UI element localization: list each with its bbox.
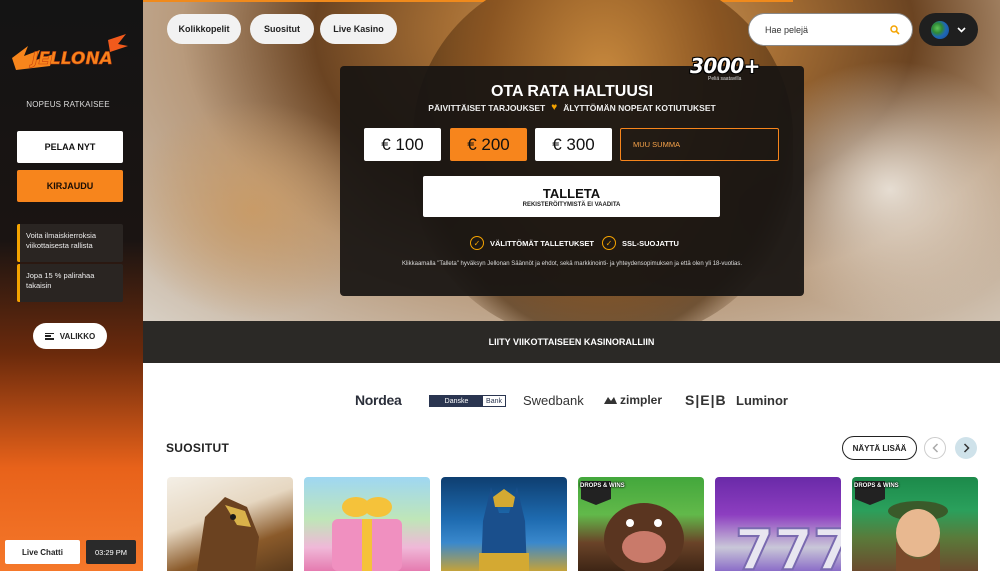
deposit-card: 3000+ Peliä saatavilla OTA RATA HALTUUSI…: [340, 54, 804, 296]
clock: 03:29 PM: [86, 540, 136, 564]
amount-300-button[interactable]: € 300: [535, 128, 612, 161]
hero-banner: Kolikkopelit Suositut Live Kasino Hae pe…: [143, 0, 1000, 321]
svg-text:777: 777: [735, 518, 841, 571]
search-placeholder: Hae pelejä: [765, 24, 809, 35]
deposit-button[interactable]: TALLETA REKISTERÖITYMISTÄ EI VAADITA: [423, 176, 720, 217]
feature-label: VÄLITTÖMÄT TALLETUKSET: [490, 238, 595, 248]
hamburger-icon: [44, 332, 54, 340]
danske-logo-left: Danske: [430, 396, 484, 406]
games-count-caption: Peliä saatavilla: [708, 76, 742, 82]
promo-cashback[interactable]: Jopa 15 % palirahaa takaisin: [17, 264, 123, 302]
globe-icon: [931, 20, 949, 39]
sidebar-tagline: NOPEUS RATKAISEE: [26, 100, 110, 109]
danske-logo-right: Bank: [483, 396, 505, 406]
game-tile-777[interactable]: 777: [715, 477, 841, 571]
gift-box-artwork: [332, 497, 402, 571]
game-tile-fisherman[interactable]: DROPS & WINS: [852, 477, 978, 571]
game-tile-anubis[interactable]: [441, 477, 567, 571]
deposit-sublabel: REKISTERÖITYMISTÄ EI VAADITA: [522, 201, 621, 208]
popular-section-title: SUOSITUT: [166, 441, 230, 455]
chevron-down-icon: [957, 26, 966, 33]
search-input[interactable]: Hae pelejä: [748, 13, 913, 46]
zimpler-logo-text: zimpler: [620, 393, 663, 407]
promo-free-spins[interactable]: Voita ilmaiskierroksia viikottaisesta ra…: [17, 224, 123, 262]
drops-wins-label: DROPS & WINS: [854, 483, 899, 489]
games-count: 3000+: [690, 54, 760, 78]
heart-icon: ♥: [551, 102, 558, 113]
nordea-logo: Nordea: [355, 392, 402, 408]
carousel-prev-button[interactable]: [924, 437, 946, 459]
amount-100-button[interactable]: € 100: [364, 128, 441, 161]
game-tile-eagle[interactable]: [167, 477, 293, 571]
language-selector[interactable]: [919, 13, 978, 46]
nav-pill-slots[interactable]: Kolikkopelit: [167, 14, 241, 44]
danske-bank-logo: Danske Bank: [429, 395, 506, 407]
luminor-logo: Luminor: [736, 392, 788, 408]
live-chat-button[interactable]: Live Chatti: [5, 540, 80, 564]
seb-logo: S|E|B: [685, 392, 727, 408]
sidebar: JELLONA NOPEUS RATKAISEE PELAA NYT KIRJA…: [0, 0, 143, 571]
legal-text: Klikkaamalla "Talleta" hyväksyn Jellonan…: [401, 261, 743, 267]
chevron-left-icon: [931, 443, 938, 453]
check-icon: ✓: [470, 236, 484, 250]
menu-button[interactable]: VALIKKO: [33, 323, 107, 349]
menu-label: VALIKKO: [59, 331, 96, 341]
feature-label: SSL-SUOJATTU: [622, 238, 679, 248]
zimpler-logo: zimpler: [604, 391, 662, 409]
play-now-button[interactable]: PELAA NYT: [17, 131, 123, 163]
game-tile-dog[interactable]: DROPS & WINS: [578, 477, 704, 571]
drops-wins-label: DROPS & WINS: [580, 483, 625, 489]
chevron-right-icon: [963, 443, 970, 453]
login-button[interactable]: KIRJAUDU: [17, 170, 123, 202]
check-icon: ✓: [602, 236, 616, 250]
deposit-subtitle: PÄIVITTÄISET TARJOUKSET ♥ ÄLYTTÖMÄN NOPE…: [340, 102, 804, 113]
game-tile-gift[interactable]: [304, 477, 430, 571]
fast-withdrawals-text: ÄLYTTÖMÄN NOPEAT KOTIUTUKSET: [563, 102, 716, 113]
amount-200-button[interactable]: € 200: [450, 128, 527, 161]
svg-text:JELLONA: JELLONA: [29, 49, 113, 69]
deposit-label: TALLETA: [542, 185, 601, 201]
games-count-badge: 3000+ Peliä saatavilla: [690, 54, 770, 86]
carousel-next-button[interactable]: [955, 437, 977, 459]
search-icon: [890, 24, 900, 35]
feature-ssl: ✓ SSL-SUOJATTU: [602, 236, 679, 250]
eagle-artwork: [197, 497, 259, 571]
feature-instant-deposits: ✓ VÄLITTÖMÄT TALLETUKSET: [470, 236, 594, 250]
sevens-artwork: 777: [734, 517, 841, 571]
daily-offers-text: PÄIVITTÄISET TARJOUKSET: [428, 102, 546, 113]
nav-pill-live-casino[interactable]: Live Kasino: [320, 14, 397, 44]
swedbank-logo: Swedbank: [523, 392, 584, 408]
other-amount-input[interactable]: MUU SUMMA: [620, 128, 779, 161]
show-more-button[interactable]: NÄYTÄ LISÄÄ: [842, 436, 917, 460]
rally-banner[interactable]: LIITY VIIKOTTAISEEN KASINORALLIIN: [143, 321, 1000, 363]
deposit-title: OTA RATA HALTUUSI: [490, 83, 654, 100]
jellona-logo[interactable]: JELLONA: [10, 28, 130, 80]
anubis-artwork: [479, 487, 529, 571]
nav-pill-popular[interactable]: Suositut: [250, 14, 314, 44]
zimpler-mark-icon: [604, 396, 617, 404]
